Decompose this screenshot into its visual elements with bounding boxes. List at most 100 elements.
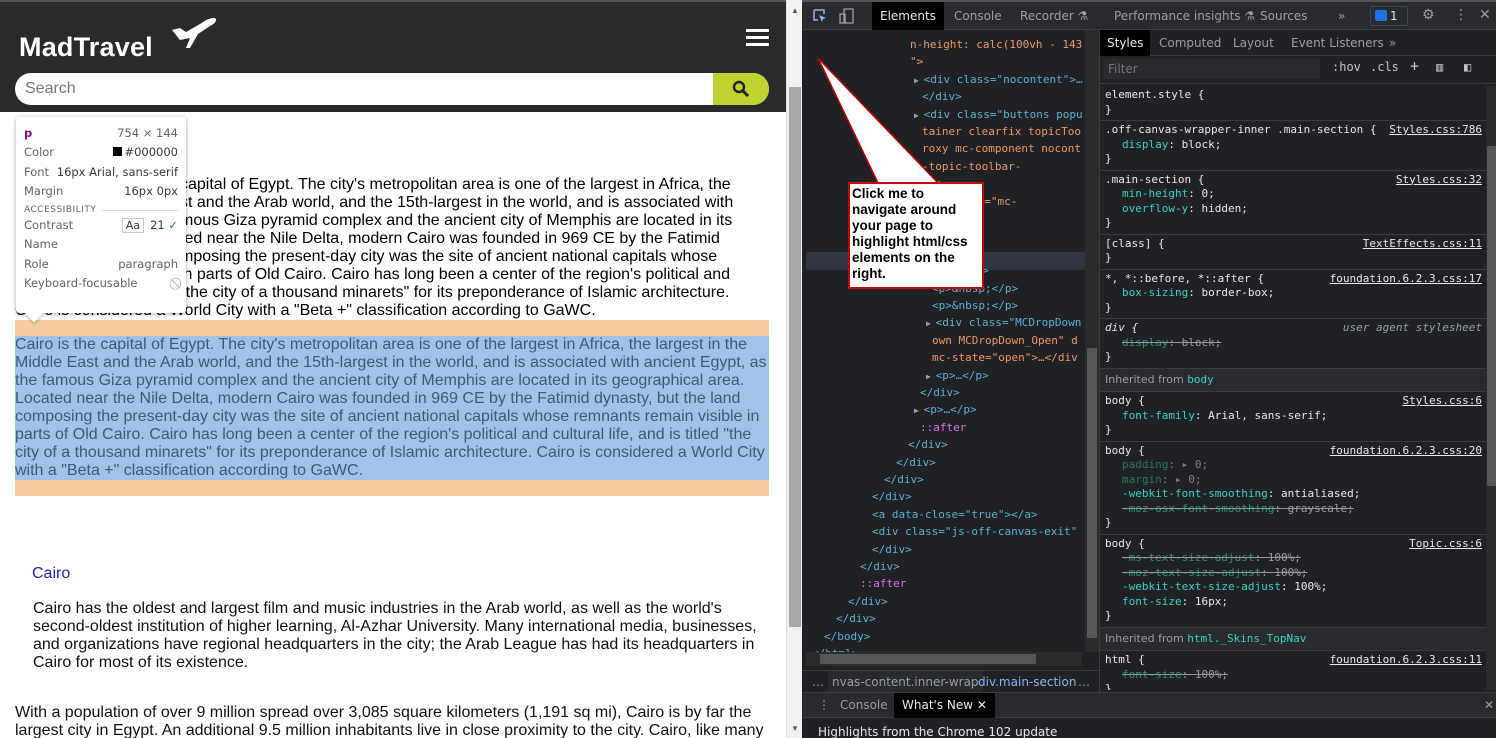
dom-node-line[interactable]: </div>: [860, 558, 900, 575]
css-source-link[interactable]: foundation.6.2.3.css:20: [1330, 444, 1482, 459]
dom-node-line[interactable]: </body>: [824, 628, 870, 645]
device-toolbar-icon[interactable]: [839, 8, 855, 24]
css-property[interactable]: font-size: 16px;: [1105, 595, 1482, 610]
page-scrollbar[interactable]: ▲ ▼: [786, 0, 802, 738]
css-source-link[interactable]: foundation.6.2.3.css:11: [1330, 653, 1482, 668]
paint-brush-icon[interactable]: ▥: [1436, 60, 1443, 74]
dom-node-line[interactable]: mc-state="open">…</div: [932, 349, 1078, 366]
dom-node-line[interactable]: roxy mc-component nocont: [922, 140, 1081, 157]
elements-scrollbar[interactable]: [1085, 30, 1099, 652]
styles-scrollbar[interactable]: [1486, 86, 1496, 690]
tab-layout[interactable]: Layout: [1226, 30, 1281, 56]
tab-performance-insights[interactable]: Performance insights ⚗: [1106, 2, 1263, 30]
css-property[interactable]: display: block;: [1105, 138, 1482, 153]
expand-triangle-icon[interactable]: ▶: [926, 319, 936, 328]
dom-node-line[interactable]: </div>: [920, 384, 960, 401]
more-options-icon[interactable]: ⋮: [1454, 7, 1468, 23]
css-source-link[interactable]: foundation.6.2.3.css:17: [1330, 272, 1482, 287]
dom-node-line[interactable]: ▶ <div class="buttons popu: [914, 106, 1083, 124]
dom-node-line[interactable]: ▶ <div class="MCDropDown: [926, 314, 1081, 332]
tab-sources[interactable]: Sources: [1252, 2, 1315, 30]
tab-elements[interactable]: Elements: [872, 2, 944, 30]
horizontal-scrollbar-thumb[interactable]: [820, 654, 1036, 664]
tab-styles[interactable]: Styles: [1100, 30, 1151, 56]
page-scrollbar-thumb[interactable]: [789, 87, 801, 627]
tab-computed[interactable]: Computed: [1152, 30, 1228, 56]
css-selector[interactable]: element.style {: [1105, 88, 1482, 103]
inherited-source-link[interactable]: body: [1187, 373, 1214, 386]
toggle-sidebar-icon[interactable]: ◧: [1464, 60, 1471, 74]
css-property[interactable]: -ms-text-size-adjust: 100%;: [1105, 551, 1482, 566]
site-logo[interactable]: MadTravel: [19, 32, 153, 63]
css-property[interactable]: min-height: 0;: [1105, 187, 1482, 202]
tab-event-listeners[interactable]: Event Listeners: [1284, 30, 1391, 56]
css-property[interactable]: padding: ▸ 0;: [1105, 458, 1482, 473]
css-source-link[interactable]: Styles.css:6: [1403, 394, 1482, 409]
dom-node-line[interactable]: </div>: [884, 471, 924, 488]
css-property[interactable]: font-family: Arial, sans-serif;: [1105, 409, 1482, 424]
issues-badge[interactable]: 1: [1370, 6, 1408, 26]
css-property[interactable]: font-size: 100%;: [1105, 668, 1482, 683]
dom-node-line[interactable]: <a data-close="true"></a>: [872, 506, 1038, 523]
search-input[interactable]: [15, 73, 705, 105]
dom-node-line[interactable]: </div>: [908, 436, 948, 453]
inherited-source-link[interactable]: html._Skins_TopNav: [1187, 632, 1306, 645]
expand-triangle-icon[interactable]: ▶: [926, 372, 936, 381]
tab-recorder[interactable]: Recorder ⚗: [1012, 2, 1096, 30]
css-property[interactable]: display: block;: [1105, 336, 1482, 351]
drawer-tab-whats-new[interactable]: What's New ✕: [894, 693, 995, 718]
dom-node-line[interactable]: </div>: [872, 541, 912, 558]
inspect-element-icon[interactable]: [812, 8, 828, 24]
dom-node-line[interactable]: ::after: [860, 575, 906, 592]
css-property[interactable]: -moz-osx-font-smoothing: grayscale;: [1105, 502, 1482, 517]
css-property[interactable]: overflow-y: hidden;: [1105, 202, 1482, 217]
css-property[interactable]: -webkit-font-smoothing: antialiased;: [1105, 487, 1482, 502]
css-source-link[interactable]: Styles.css:32: [1396, 173, 1482, 188]
hover-state-toggle[interactable]: :hov: [1332, 60, 1361, 74]
elements-horizontal-scrollbar[interactable]: [806, 652, 1082, 666]
dom-node-line[interactable]: n-height: calc(100vh - 143: [910, 36, 1082, 53]
dom-node-line[interactable]: ::after: [920, 419, 966, 436]
class-toggle[interactable]: .cls: [1370, 60, 1399, 74]
close-icon[interactable]: ✕: [1479, 7, 1491, 23]
styles-scrollbar-thumb[interactable]: [1487, 146, 1496, 486]
expand-triangle-icon[interactable]: ▶: [914, 406, 924, 415]
dom-node-line[interactable]: ▶ <div class="nocontent">…: [914, 71, 1083, 89]
dom-node-line[interactable]: tainer clearfix topicToo: [922, 123, 1081, 140]
dom-node-line[interactable]: </html>: [812, 645, 858, 652]
close-tab-icon[interactable]: ✕: [977, 698, 987, 712]
search-button[interactable]: [713, 73, 769, 105]
dom-node-line[interactable]: <p>&nbsp;</p>: [932, 297, 1018, 314]
close-drawer-icon[interactable]: ✕: [1476, 693, 1496, 718]
hamburger-menu-icon[interactable]: [746, 29, 769, 47]
css-source-link[interactable]: TextEffects.css:11: [1363, 237, 1482, 252]
more-subtabs-button[interactable]: »: [1382, 30, 1403, 56]
new-rule-plus-icon[interactable]: +: [1410, 57, 1419, 75]
drawer-tab-console[interactable]: Console: [832, 693, 896, 718]
css-source-link[interactable]: Styles.css:786: [1389, 123, 1482, 138]
scroll-up-arrow-icon[interactable]: ▲: [791, 6, 799, 15]
styles-filter-input[interactable]: [1104, 59, 1320, 79]
css-property[interactable]: -moz-text-size-adjust: 100%;: [1105, 566, 1482, 581]
more-tabs-button[interactable]: »: [1330, 2, 1353, 30]
dom-node-line[interactable]: ▶ <p>…</p>: [926, 367, 989, 385]
breadcrumb-inner-wrap[interactable]: nvas-content.inner-wrap: [828, 671, 983, 693]
elements-scrollbar-thumb[interactable]: [1087, 348, 1097, 638]
dom-node-line[interactable]: </div>: [872, 488, 912, 505]
dom-node-line[interactable]: </div>: [836, 610, 876, 627]
breadcrumb-more-right[interactable]: …: [1078, 671, 1090, 693]
dropdown-toggle-cairo[interactable]: Cairo: [32, 565, 70, 583]
dom-node-line[interactable]: own MCDropDown_Open" d: [932, 332, 1078, 349]
css-property[interactable]: -webkit-text-size-adjust: 100%;: [1105, 580, 1482, 595]
scroll-down-arrow-icon[interactable]: ▼: [791, 724, 799, 733]
dom-node-line[interactable]: ▶ <p>…</p>: [914, 401, 977, 419]
css-property[interactable]: box-sizing: border-box;: [1105, 286, 1482, 301]
dom-node-line[interactable]: </div>: [848, 593, 888, 610]
dom-node-line[interactable]: <div class="js-off-canvas-exit": [872, 523, 1077, 540]
tab-console[interactable]: Console: [946, 2, 1010, 30]
breadcrumb-main-section[interactable]: div.main-section: [978, 671, 1076, 693]
css-source-link[interactable]: Topic.css:6: [1409, 537, 1482, 552]
gear-icon[interactable]: ⚙: [1422, 7, 1435, 23]
css-property[interactable]: margin: ▸ 0;: [1105, 473, 1482, 488]
dom-node-line[interactable]: </div>: [896, 454, 936, 471]
